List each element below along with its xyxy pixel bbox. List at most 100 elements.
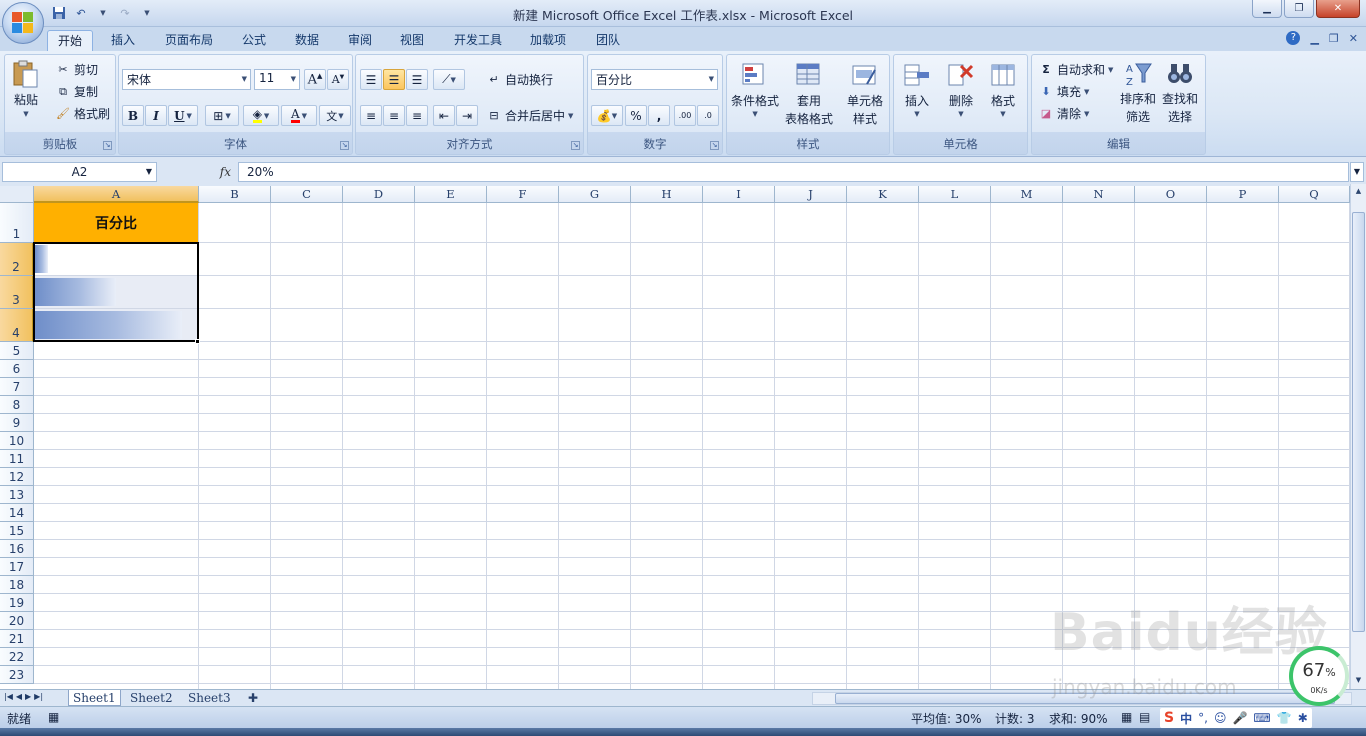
underline-button[interactable]: U ▼: [168, 105, 198, 126]
column-header-a[interactable]: A: [34, 186, 199, 203]
percent-style-button[interactable]: %: [625, 105, 647, 126]
ribbon-restore-icon[interactable]: ❐: [1329, 32, 1339, 45]
format-cells-button[interactable]: 格式 ▼: [988, 61, 1018, 118]
column-header-i[interactable]: I: [703, 186, 775, 203]
clear-button[interactable]: ◪ 清除 ▼: [1038, 105, 1090, 122]
orientation-button[interactable]: ⟋ ▼: [433, 69, 465, 90]
row-header-7[interactable]: 7: [0, 378, 34, 396]
autosum-button[interactable]: Σ 自动求和 ▼: [1038, 61, 1113, 78]
format-as-table-button[interactable]: 套用 表格格式: [785, 61, 833, 127]
tab-insert[interactable]: 插入: [101, 30, 145, 51]
insert-sheet-icon[interactable]: ✚: [244, 690, 262, 706]
tab-home[interactable]: 开始: [47, 30, 94, 51]
insert-function-button[interactable]: fx: [161, 162, 235, 182]
number-format-select[interactable]: 百分比 ▼: [591, 69, 718, 90]
name-box[interactable]: A2 ▼: [2, 162, 157, 182]
column-header-j[interactable]: J: [775, 186, 847, 203]
merge-center-button[interactable]: ⊟ 合并后居中 ▼: [486, 107, 573, 124]
align-bottom-button[interactable]: ☰: [406, 69, 428, 90]
row-header-6[interactable]: 6: [0, 360, 34, 378]
expand-formula-bar-icon[interactable]: ▼: [1350, 162, 1364, 182]
row-header-19[interactable]: 19: [0, 594, 34, 612]
next-sheet-icon[interactable]: ▶: [25, 692, 31, 701]
skin-icon[interactable]: 👕: [1277, 711, 1292, 725]
format-painter-button[interactable]: 🖌 格式刷: [55, 105, 110, 122]
comma-style-button[interactable]: ,: [648, 105, 670, 126]
grow-font-button[interactable]: A▲: [304, 69, 326, 90]
row-header-5[interactable]: 5: [0, 342, 34, 360]
ime-chinese-mode-icon[interactable]: 中: [1180, 710, 1192, 727]
office-button[interactable]: [2, 2, 44, 44]
column-header-h[interactable]: H: [631, 186, 703, 203]
fill-button[interactable]: ⬇ 填充 ▼: [1038, 83, 1089, 100]
tab-team[interactable]: 团队: [586, 30, 630, 51]
row-header-8[interactable]: 8: [0, 396, 34, 414]
font-color-button[interactable]: A ▼: [281, 105, 317, 126]
tab-developer[interactable]: 开发工具: [444, 30, 512, 51]
font-name-select[interactable]: 宋体 ▼: [122, 69, 251, 90]
column-header-c[interactable]: C: [271, 186, 343, 203]
punctuation-icon[interactable]: °,: [1198, 711, 1208, 725]
scroll-up-icon[interactable]: ▲: [1352, 185, 1365, 198]
formula-input[interactable]: 20%: [238, 162, 1349, 182]
font-size-select[interactable]: 11 ▼: [254, 69, 300, 90]
column-header-f[interactable]: F: [487, 186, 559, 203]
increase-indent-button[interactable]: ⇥: [456, 105, 478, 126]
cell-a1[interactable]: 百分比: [34, 203, 198, 242]
row-header-17[interactable]: 17: [0, 558, 34, 576]
close-icon[interactable]: ✕: [1316, 0, 1360, 18]
help-icon[interactable]: ?: [1286, 31, 1301, 45]
cell-a4[interactable]: [34, 309, 198, 341]
sogou-icon[interactable]: S: [1164, 710, 1174, 726]
column-header-e[interactable]: E: [415, 186, 487, 203]
paste-button[interactable]: 粘贴 ▼: [11, 59, 41, 118]
vertical-scrollbar[interactable]: ▲ ▼: [1350, 184, 1366, 689]
row-header-12[interactable]: 12: [0, 468, 34, 486]
row-header-21[interactable]: 21: [0, 630, 34, 648]
row-header-11[interactable]: 11: [0, 450, 34, 468]
tools-icon[interactable]: ✱: [1298, 711, 1308, 725]
find-select-button[interactable]: 查找和 选择: [1162, 59, 1198, 125]
bold-button[interactable]: B: [122, 105, 144, 126]
scroll-down-icon[interactable]: ▼: [1352, 674, 1365, 687]
clipboard-launcher-icon[interactable]: ↘: [103, 141, 112, 150]
cell-a2[interactable]: [34, 243, 198, 275]
sheet-tab-sheet3[interactable]: Sheet3: [184, 690, 235, 706]
shrink-font-button[interactable]: A▼: [327, 69, 349, 90]
tab-view[interactable]: 视图: [390, 30, 434, 51]
font-launcher-icon[interactable]: ↘: [340, 141, 349, 150]
minimize-icon[interactable]: ▁: [1252, 0, 1282, 18]
restore-icon[interactable]: ❐: [1284, 0, 1314, 18]
keyboard-icon[interactable]: ⌨: [1253, 711, 1270, 725]
cell-a3[interactable]: [34, 276, 198, 308]
phonetic-button[interactable]: 文 ▼: [319, 105, 351, 126]
normal-view-icon[interactable]: ▦: [1121, 710, 1132, 724]
column-header-l[interactable]: L: [919, 186, 991, 203]
first-sheet-icon[interactable]: |◀: [4, 692, 13, 701]
column-header-b[interactable]: B: [199, 186, 271, 203]
number-launcher-icon[interactable]: ↘: [710, 141, 719, 150]
column-header-k[interactable]: K: [847, 186, 919, 203]
row-header-2[interactable]: 2: [0, 243, 34, 276]
column-header-g[interactable]: G: [559, 186, 631, 203]
row-header-13[interactable]: 13: [0, 486, 34, 504]
delete-cells-button[interactable]: 删除 ▼: [946, 61, 976, 118]
sheet-tab-sheet1[interactable]: Sheet1: [68, 690, 121, 706]
decrease-decimal-button[interactable]: .0: [697, 105, 719, 126]
borders-button[interactable]: ⊞ ▼: [205, 105, 239, 126]
tab-data[interactable]: 数据: [285, 30, 329, 51]
row-header-9[interactable]: 9: [0, 414, 34, 432]
copy-button[interactable]: ⧉ 复制: [55, 83, 98, 100]
vertical-scroll-thumb[interactable]: [1352, 212, 1365, 632]
emoji-icon[interactable]: ☺: [1214, 711, 1227, 725]
tab-formulas[interactable]: 公式: [232, 30, 276, 51]
tab-addins[interactable]: 加载项: [520, 30, 576, 51]
column-header-o[interactable]: O: [1135, 186, 1207, 203]
row-header-23[interactable]: 23: [0, 666, 34, 684]
last-sheet-icon[interactable]: ▶|: [34, 692, 43, 701]
row-header-15[interactable]: 15: [0, 522, 34, 540]
voice-icon[interactable]: 🎤: [1232, 711, 1247, 725]
align-center-button[interactable]: ≡: [383, 105, 405, 126]
column-header-p[interactable]: P: [1207, 186, 1279, 203]
select-all-corner[interactable]: [0, 186, 34, 203]
